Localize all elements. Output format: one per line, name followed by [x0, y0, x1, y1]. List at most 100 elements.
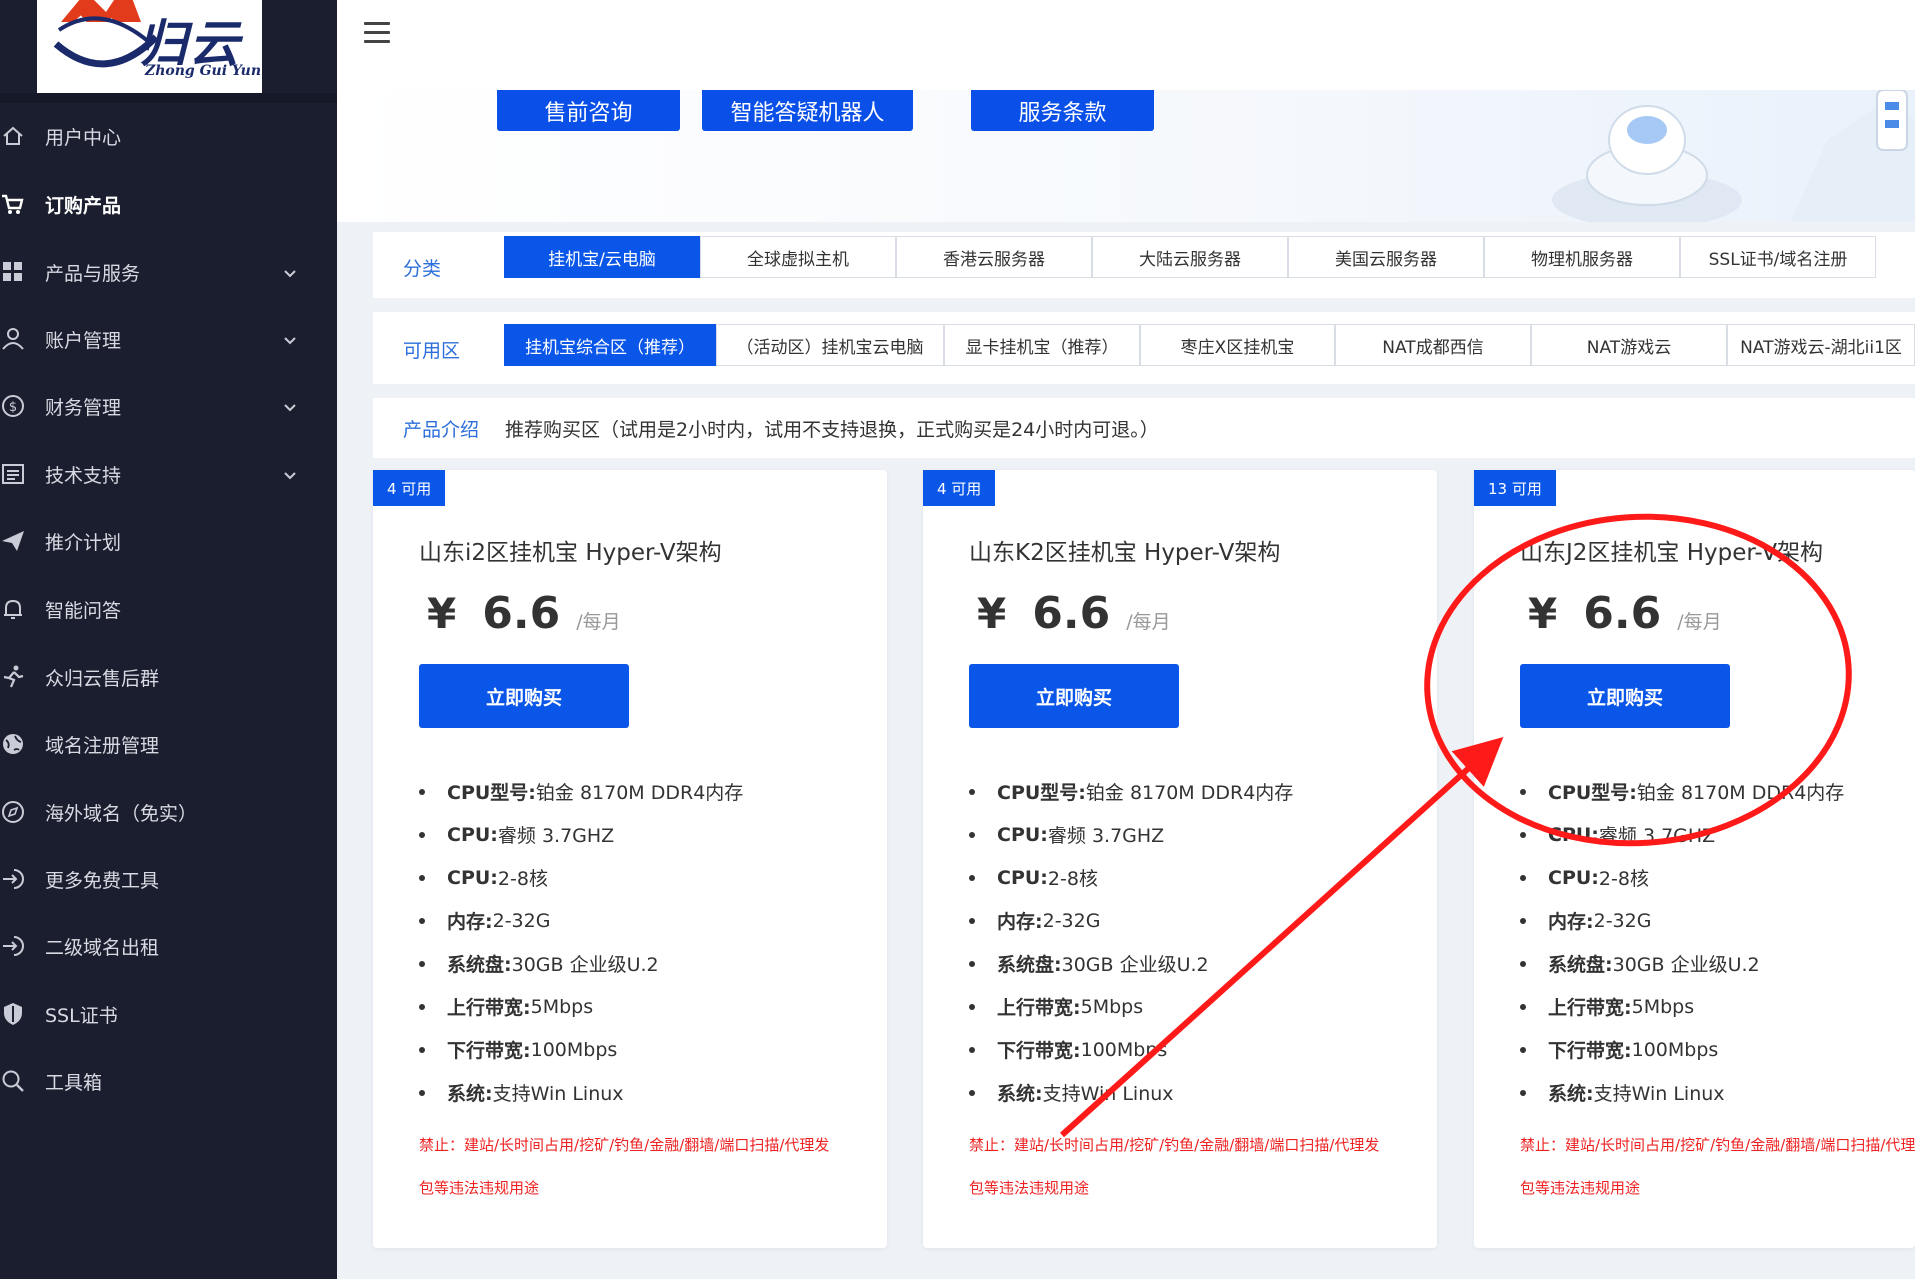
spec-value: 睿频 3.7GHZ — [1047, 825, 1165, 847]
search-icon — [0, 1068, 26, 1094]
usage-restriction-text: 禁止：建站/长时间占用/挖矿/钓鱼/金融/翻墙/端口扫描/代理发 包等违法违规用途 — [419, 1124, 849, 1210]
sidebar-divider — [0, 93, 337, 103]
svg-text:$: $ — [9, 400, 17, 415]
spec-value: 5Mbps — [1080, 995, 1144, 1018]
product-title: 山东K2区挂机宝 Hyper-V架构 — [969, 540, 1281, 566]
product-card: 13 可用 山东J2区挂机宝 Hyper-V架构 ¥6.6/每月 立即购买 CPU型号:… — [1474, 470, 1915, 1248]
sidebar-item[interactable]: 工具箱 — [0, 1055, 337, 1107]
spec-value: 2-32G — [492, 909, 551, 932]
restriction-line: 禁止：建站/长时间占用/挖矿/钓鱼/金融/翻墙/端口扫描/代理发 — [419, 1136, 830, 1154]
spec-value: 2-8核 — [497, 868, 548, 890]
category-tab[interactable]: 美国云服务器 — [1288, 236, 1484, 278]
usage-restriction-text: 禁止：建站/长时间占用/挖矿/钓鱼/金融/翻墙/端口扫描/代理发 包等违法违规用途 — [969, 1124, 1399, 1210]
grid-icon — [0, 259, 26, 285]
sidebar: 归云 Zhong Gui Yun 用户中心订购产品产品与服务账户管理 $ 财务管理技… — [0, 0, 337, 1279]
sidebar-item-label: 众归云售后群 — [45, 667, 160, 690]
buy-now-button[interactable]: 立即购买 — [1520, 664, 1730, 728]
home-icon — [0, 123, 26, 149]
restriction-line: 禁止：建站/长时间占用/挖矿/钓鱼/金融/翻墙/端口扫描/代理发 — [969, 1136, 1380, 1154]
zone-tab[interactable]: 挂机宝综合区（推荐） — [504, 324, 716, 366]
sidebar-item[interactable]: 二级域名出租 — [0, 920, 337, 972]
spec-list: CPU型号: 铂金 8170M DDR4内存 CPU: 睿频 3.7GHZ CPU: … — [1520, 770, 1844, 1114]
sidebar-item[interactable]: 海外域名（免实） — [0, 786, 337, 838]
zone-tab[interactable]: NAT成都西信 — [1335, 324, 1531, 366]
usage-restriction-text: 禁止：建站/长时间占用/挖矿/钓鱼/金融/翻墙/端口扫描/代理发 包等违法违规用途 — [1520, 1124, 1915, 1210]
buy-now-button[interactable]: 立即购买 — [419, 664, 629, 728]
price-value: 6.6 — [1583, 588, 1662, 639]
sidebar-item[interactable]: 账户管理 — [0, 313, 337, 365]
intro-label: 产品介绍 — [403, 419, 480, 441]
spec-value: 30GB 企业级U.2 — [1612, 954, 1760, 976]
product-intro-row: 产品介绍 推荐购买区（试用是2小时内，试用不支持退换，正式购买是24小时内可退。… — [373, 398, 1915, 458]
spec-key: 下行带宽: — [997, 1040, 1081, 1062]
sidebar-item[interactable]: 产品与服务 — [0, 246, 337, 298]
spec-key: 系统: — [447, 1083, 493, 1105]
top-header — [337, 0, 1915, 90]
category-tab[interactable]: 香港云服务器 — [896, 236, 1092, 278]
spec-value: 支持Win Linux — [1042, 1083, 1174, 1105]
spec-item: 系统盘: 30GB 企业级U.2 — [419, 942, 743, 985]
category-tab[interactable]: 全球虚拟主机 — [700, 236, 896, 278]
terms-button[interactable]: 服务条款 — [971, 90, 1154, 131]
sidebar-item[interactable]: 更多免费工具 — [0, 853, 337, 905]
spec-value: 5Mbps — [530, 995, 594, 1018]
zone-tab[interactable]: 枣庄X区挂机宝 — [1140, 324, 1335, 366]
category-tab[interactable]: 物理机服务器 — [1484, 236, 1680, 278]
spec-key: CPU: — [1548, 866, 1599, 889]
sidebar-item[interactable]: 域名注册管理 — [0, 718, 337, 770]
login-icon — [0, 933, 26, 959]
spec-key: 系统盘: — [1548, 954, 1613, 976]
sidebar-item[interactable]: 智能问答 — [0, 583, 337, 635]
spec-item: 系统: 支持Win Linux — [419, 1071, 743, 1114]
shield-icon — [0, 1001, 26, 1027]
category-label: 分类 — [403, 258, 442, 280]
brand-logo[interactable]: 归云 Zhong Gui Yun — [37, 0, 262, 93]
sidebar-item[interactable]: 推介计划 — [0, 515, 337, 567]
spec-item: CPU型号: 铂金 8170M DDR4内存 — [1520, 770, 1844, 813]
zone-tab[interactable]: NAT游戏云-湖北ii1区 — [1727, 324, 1915, 366]
ai-robot-button[interactable]: 智能答疑机器人 — [702, 90, 913, 131]
spec-key: 系统盘: — [447, 954, 512, 976]
sidebar-item-label: 海外域名（免实） — [45, 802, 198, 825]
sidebar-item[interactable]: SSL证书 — [0, 988, 337, 1040]
sidebar-item[interactable]: 技术支持 — [0, 448, 337, 500]
zone-tab[interactable]: NAT游戏云 — [1531, 324, 1727, 366]
category-tab[interactable]: 挂机宝/云电脑 — [504, 236, 700, 278]
spec-item: 系统: 支持Win Linux — [969, 1071, 1293, 1114]
sidebar-item-label: 推介计划 — [45, 531, 122, 554]
spec-item: CPU型号: 铂金 8170M DDR4内存 — [969, 770, 1293, 813]
spec-key: CPU型号: — [997, 782, 1086, 804]
spec-key: 上行带宽: — [997, 997, 1081, 1019]
spec-key: CPU: — [447, 823, 498, 846]
price-unit: /每月 — [576, 611, 621, 633]
spec-value: 2-8核 — [1598, 868, 1649, 890]
zone-tab[interactable]: 显卡挂机宝（推荐） — [944, 324, 1140, 366]
price-unit: /每月 — [1126, 611, 1171, 633]
spec-value: 2-32G — [1593, 909, 1652, 932]
sidebar-item[interactable]: 众归云售后群 — [0, 651, 337, 703]
spec-item: CPU: 睿频 3.7GHZ — [1520, 813, 1844, 856]
availability-badge: 13 可用 — [1474, 470, 1556, 506]
spec-item: 上行带宽: 5Mbps — [419, 985, 743, 1028]
price-value: 6.6 — [1032, 588, 1111, 639]
hamburger-menu-icon[interactable] — [364, 22, 390, 44]
spec-key: CPU: — [447, 866, 498, 889]
spec-value: 铂金 8170M DDR4内存 — [535, 782, 744, 804]
sidebar-item[interactable]: 订购产品 — [0, 178, 337, 230]
category-tab[interactable]: SSL证书/域名注册 — [1680, 236, 1876, 278]
category-filter-row: 分类 挂机宝/云电脑 全球虚拟主机 香港云服务器 大陆云服务器 美国云服务器 物理机服务器… — [373, 232, 1915, 298]
spec-key: CPU: — [1548, 823, 1599, 846]
restriction-line: 包等违法违规用途 — [419, 1179, 540, 1197]
price-value: 6.6 — [482, 588, 561, 639]
zone-tab[interactable]: （活动区）挂机宝云电脑 — [716, 324, 944, 366]
category-tab[interactable]: 大陆云服务器 — [1092, 236, 1288, 278]
chevron-down-icon — [282, 398, 298, 414]
buy-now-button[interactable]: 立即购买 — [969, 664, 1179, 728]
sidebar-item-label: 订购产品 — [45, 194, 122, 217]
spec-key: 系统盘: — [997, 954, 1062, 976]
sidebar-item[interactable]: 用户中心 — [0, 110, 337, 162]
spec-value: 2-32G — [1042, 909, 1101, 932]
sidebar-item[interactable]: $ 财务管理 — [0, 380, 337, 432]
spec-item: 下行带宽: 100Mbps — [1520, 1028, 1844, 1071]
presales-consult-button[interactable]: 售前咨询 — [497, 90, 680, 131]
